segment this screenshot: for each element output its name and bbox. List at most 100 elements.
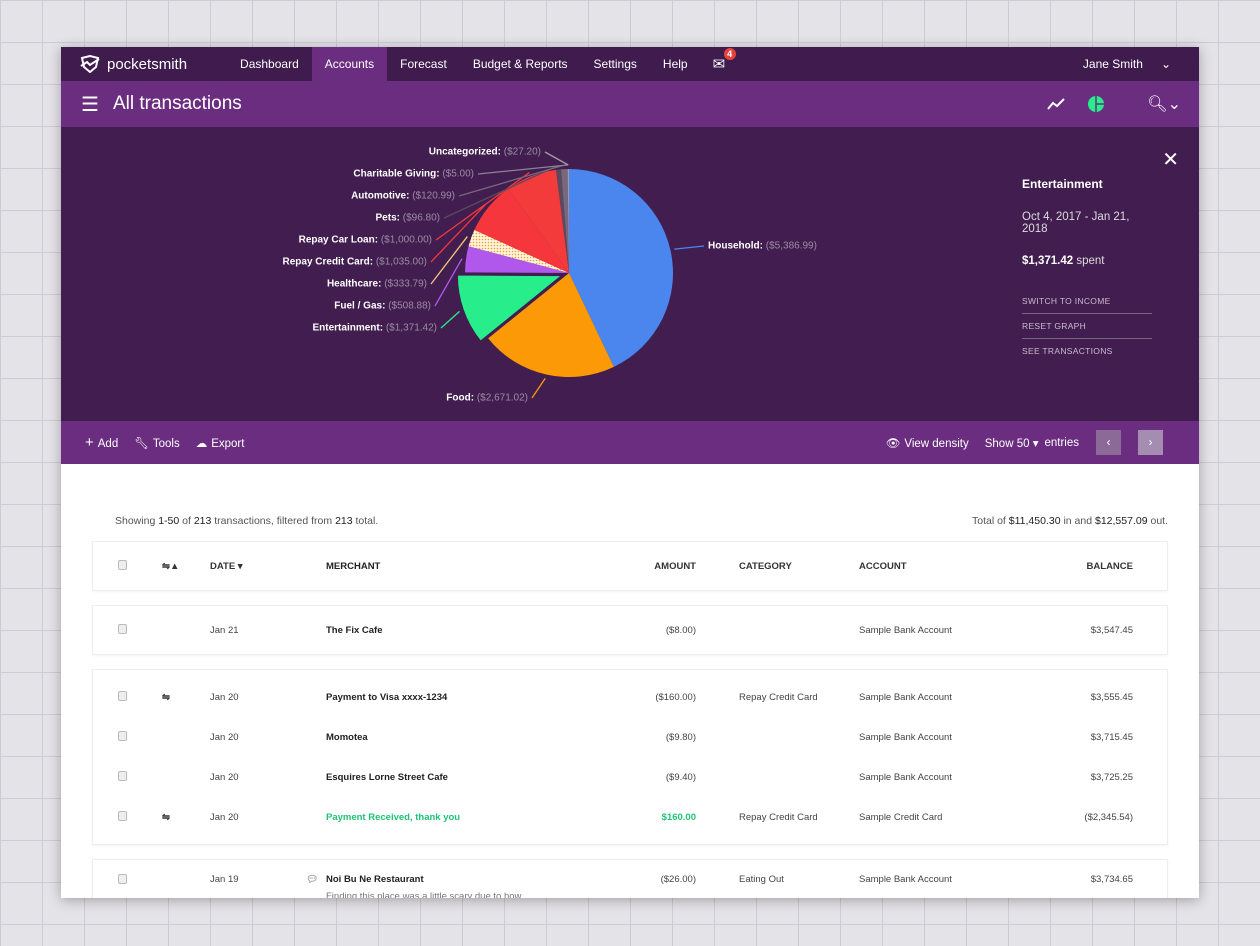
- balance-header[interactable]: BALANCE: [1019, 561, 1133, 572]
- table-row[interactable]: Jan 19 💬︎ Noi Bu Ne Restaurant Finding thi…: [93, 864, 1167, 898]
- table-header: ⇋▲ DATE ▾ MERCHANT AMOUNT CATEGORY ACCOU…: [92, 541, 1168, 591]
- tools-button[interactable]: 🔧︎ Tools: [134, 436, 179, 450]
- mail-icon: ✉: [712, 56, 726, 73]
- slice-value: ($120.99): [412, 190, 455, 202]
- amount-header[interactable]: AMOUNT: [576, 561, 696, 572]
- slice-name: Household:: [708, 240, 763, 252]
- amount: ($160.00): [655, 691, 696, 703]
- brand-name: pocketsmith: [107, 55, 188, 73]
- add-button[interactable]: + Add: [85, 434, 118, 451]
- account: Sample Bank Account: [859, 874, 952, 885]
- pie-label[interactable]: Entertainment: ($1,371.42): [313, 323, 438, 334]
- summary-bar: Showing 1-50 of 213 transactions, filter…: [115, 515, 1168, 527]
- note-text: Finding this place was a little scary du…: [326, 891, 522, 898]
- search-icon[interactable]: 🔍︎⌄: [1147, 94, 1181, 114]
- slice-name: Fuel / Gas:: [334, 300, 386, 312]
- merchant[interactable]: Noi Bu Ne Restaurant: [326, 874, 576, 885]
- detail-date-range: Oct 4, 2017 - Jan 21, 2018: [1022, 211, 1130, 235]
- note-icon: 💬︎: [306, 874, 319, 885]
- merchant[interactable]: Momotea: [326, 732, 576, 743]
- category[interactable]: Repay Credit Card: [696, 812, 859, 823]
- view-density-label: View density: [904, 437, 969, 450]
- pie-label[interactable]: Pets: ($96.80): [376, 213, 440, 224]
- account: Sample Bank Account: [859, 624, 952, 636]
- row-checkbox[interactable]: [118, 874, 127, 884]
- merchant[interactable]: The Fix Cafe: [326, 625, 576, 636]
- close-icon[interactable]: ✕: [1162, 147, 1179, 172]
- category-header[interactable]: CATEGORY: [696, 561, 859, 572]
- table-row[interactable]: Jan 20 Momotea ($9.80) Sample Bank Accou…: [93, 717, 1167, 757]
- pie-label[interactable]: Food: ($2,671.02): [446, 393, 528, 404]
- pie-label[interactable]: Fuel / Gas: ($508.88): [334, 301, 431, 312]
- pie-label[interactable]: Healthcare: ($333.79): [327, 279, 427, 290]
- row-checkbox[interactable]: [118, 730, 127, 741]
- account-header[interactable]: ACCOUNT: [859, 561, 1019, 572]
- entries-label: entries: [1044, 436, 1079, 449]
- nav-help[interactable]: Help: [650, 47, 701, 81]
- merchant-header[interactable]: MERCHANT: [326, 561, 576, 572]
- transaction-group: ⇋ Jan 20 Payment to Visa xxxx-1234 ($160…: [92, 669, 1168, 845]
- pie-label[interactable]: Charitable Giving: ($5.00): [353, 169, 474, 180]
- table-row[interactable]: Jan 21 The Fix Cafe ($8.00) Sample Bank …: [93, 610, 1167, 650]
- transfer-flag-icons[interactable]: ⇋▲: [153, 561, 210, 572]
- plus-icon: +: [85, 434, 94, 451]
- nav-accounts[interactable]: Accounts: [311, 47, 388, 81]
- slice-name: Automotive:: [351, 190, 410, 202]
- account: Sample Credit Card: [859, 811, 943, 823]
- nav-settings[interactable]: Settings: [581, 47, 650, 81]
- slice-value: ($333.79): [384, 278, 427, 290]
- nav-budget-reports[interactable]: Budget & Reports: [460, 47, 581, 81]
- category[interactable]: Eating Out: [696, 874, 859, 885]
- row-checkbox[interactable]: [118, 623, 127, 634]
- nav-forecast[interactable]: Forecast: [387, 47, 460, 81]
- slice-value: ($1,035.00): [375, 256, 427, 268]
- pie-label[interactable]: Automotive: ($120.99): [351, 191, 455, 202]
- select-all-checkbox[interactable]: [118, 559, 127, 570]
- user-name: Jane Smith: [1082, 57, 1143, 71]
- category-detail: Entertainment Oct 4, 2017 - Jan 21, 2018…: [1022, 177, 1152, 363]
- pie-chart: [430, 151, 705, 399]
- merchant[interactable]: Payment to Visa xxxx-1234: [326, 692, 576, 703]
- page-header: ☰ All transactions 🔍︎⌄: [61, 81, 1199, 127]
- date: Jan 20: [210, 811, 239, 823]
- prev-page-button[interactable]: ‹: [1096, 430, 1121, 455]
- see-transactions-link[interactable]: SEE TRANSACTIONS: [1022, 339, 1152, 363]
- category[interactable]: Repay Credit Card: [696, 692, 859, 703]
- slice-value: ($2,671.02): [476, 392, 528, 404]
- switch-to-income-link[interactable]: SWITCH TO INCOME: [1022, 289, 1152, 314]
- pie-label[interactable]: Repay Credit Card: ($1,035.00): [282, 257, 427, 268]
- mail-button[interactable]: ✉ 4: [712, 48, 736, 73]
- balance: $3,734.65: [1090, 874, 1133, 885]
- user-menu[interactable]: Jane Smith ⌄: [1083, 57, 1199, 71]
- pie-label[interactable]: Household: ($5,386.99): [708, 241, 817, 252]
- transactions-area: Showing 1-50 of 213 transactions, filter…: [61, 515, 1199, 898]
- table-row[interactable]: ⇋ Jan 20 Payment to Visa xxxx-1234 ($160…: [93, 677, 1167, 717]
- table-row[interactable]: Jan 20 Esquires Lorne Street Cafe ($9.40…: [93, 757, 1167, 797]
- detail-amount-value: $1,371.42: [1022, 255, 1074, 267]
- hamburger-menu-icon[interactable]: ☰: [81, 92, 99, 117]
- pie-label[interactable]: Uncategorized: ($27.20): [429, 147, 541, 158]
- nav-dashboard[interactable]: Dashboard: [227, 47, 312, 81]
- line-chart-icon[interactable]: [1047, 98, 1065, 110]
- logo[interactable]: pocketsmith: [61, 55, 227, 73]
- amount: $160.00: [661, 811, 696, 823]
- pie-chart-icon[interactable]: [1087, 95, 1105, 113]
- merchant[interactable]: Payment Received, thank you: [326, 812, 576, 823]
- sort-date-header[interactable]: DATE ▾: [210, 561, 326, 572]
- detail-amount-suffix: spent: [1076, 255, 1105, 267]
- show-entries-select[interactable]: Show 50 ▾: [985, 436, 1039, 450]
- pie-label[interactable]: Repay Car Loan: ($1,000.00): [299, 235, 432, 246]
- slice-value: ($5.00): [442, 168, 474, 180]
- merchant[interactable]: Esquires Lorne Street Cafe: [326, 772, 576, 783]
- reset-graph-link[interactable]: RESET GRAPH: [1022, 314, 1152, 339]
- view-density-button[interactable]: 👁︎ View density: [886, 436, 969, 450]
- row-checkbox[interactable]: [118, 690, 127, 701]
- date: Jan 20: [210, 731, 239, 743]
- next-page-button[interactable]: ›: [1138, 430, 1163, 455]
- row-checkbox[interactable]: [118, 810, 127, 821]
- export-button[interactable]: ☁ Export: [196, 436, 245, 450]
- transfer-icon: ⇋: [162, 691, 170, 703]
- table-row[interactable]: ⇋ Jan 20 Payment Received, thank you $16…: [93, 797, 1167, 837]
- row-checkbox[interactable]: [118, 770, 127, 781]
- app-window: pocketsmith Dashboard Accounts Forecast …: [61, 47, 1199, 898]
